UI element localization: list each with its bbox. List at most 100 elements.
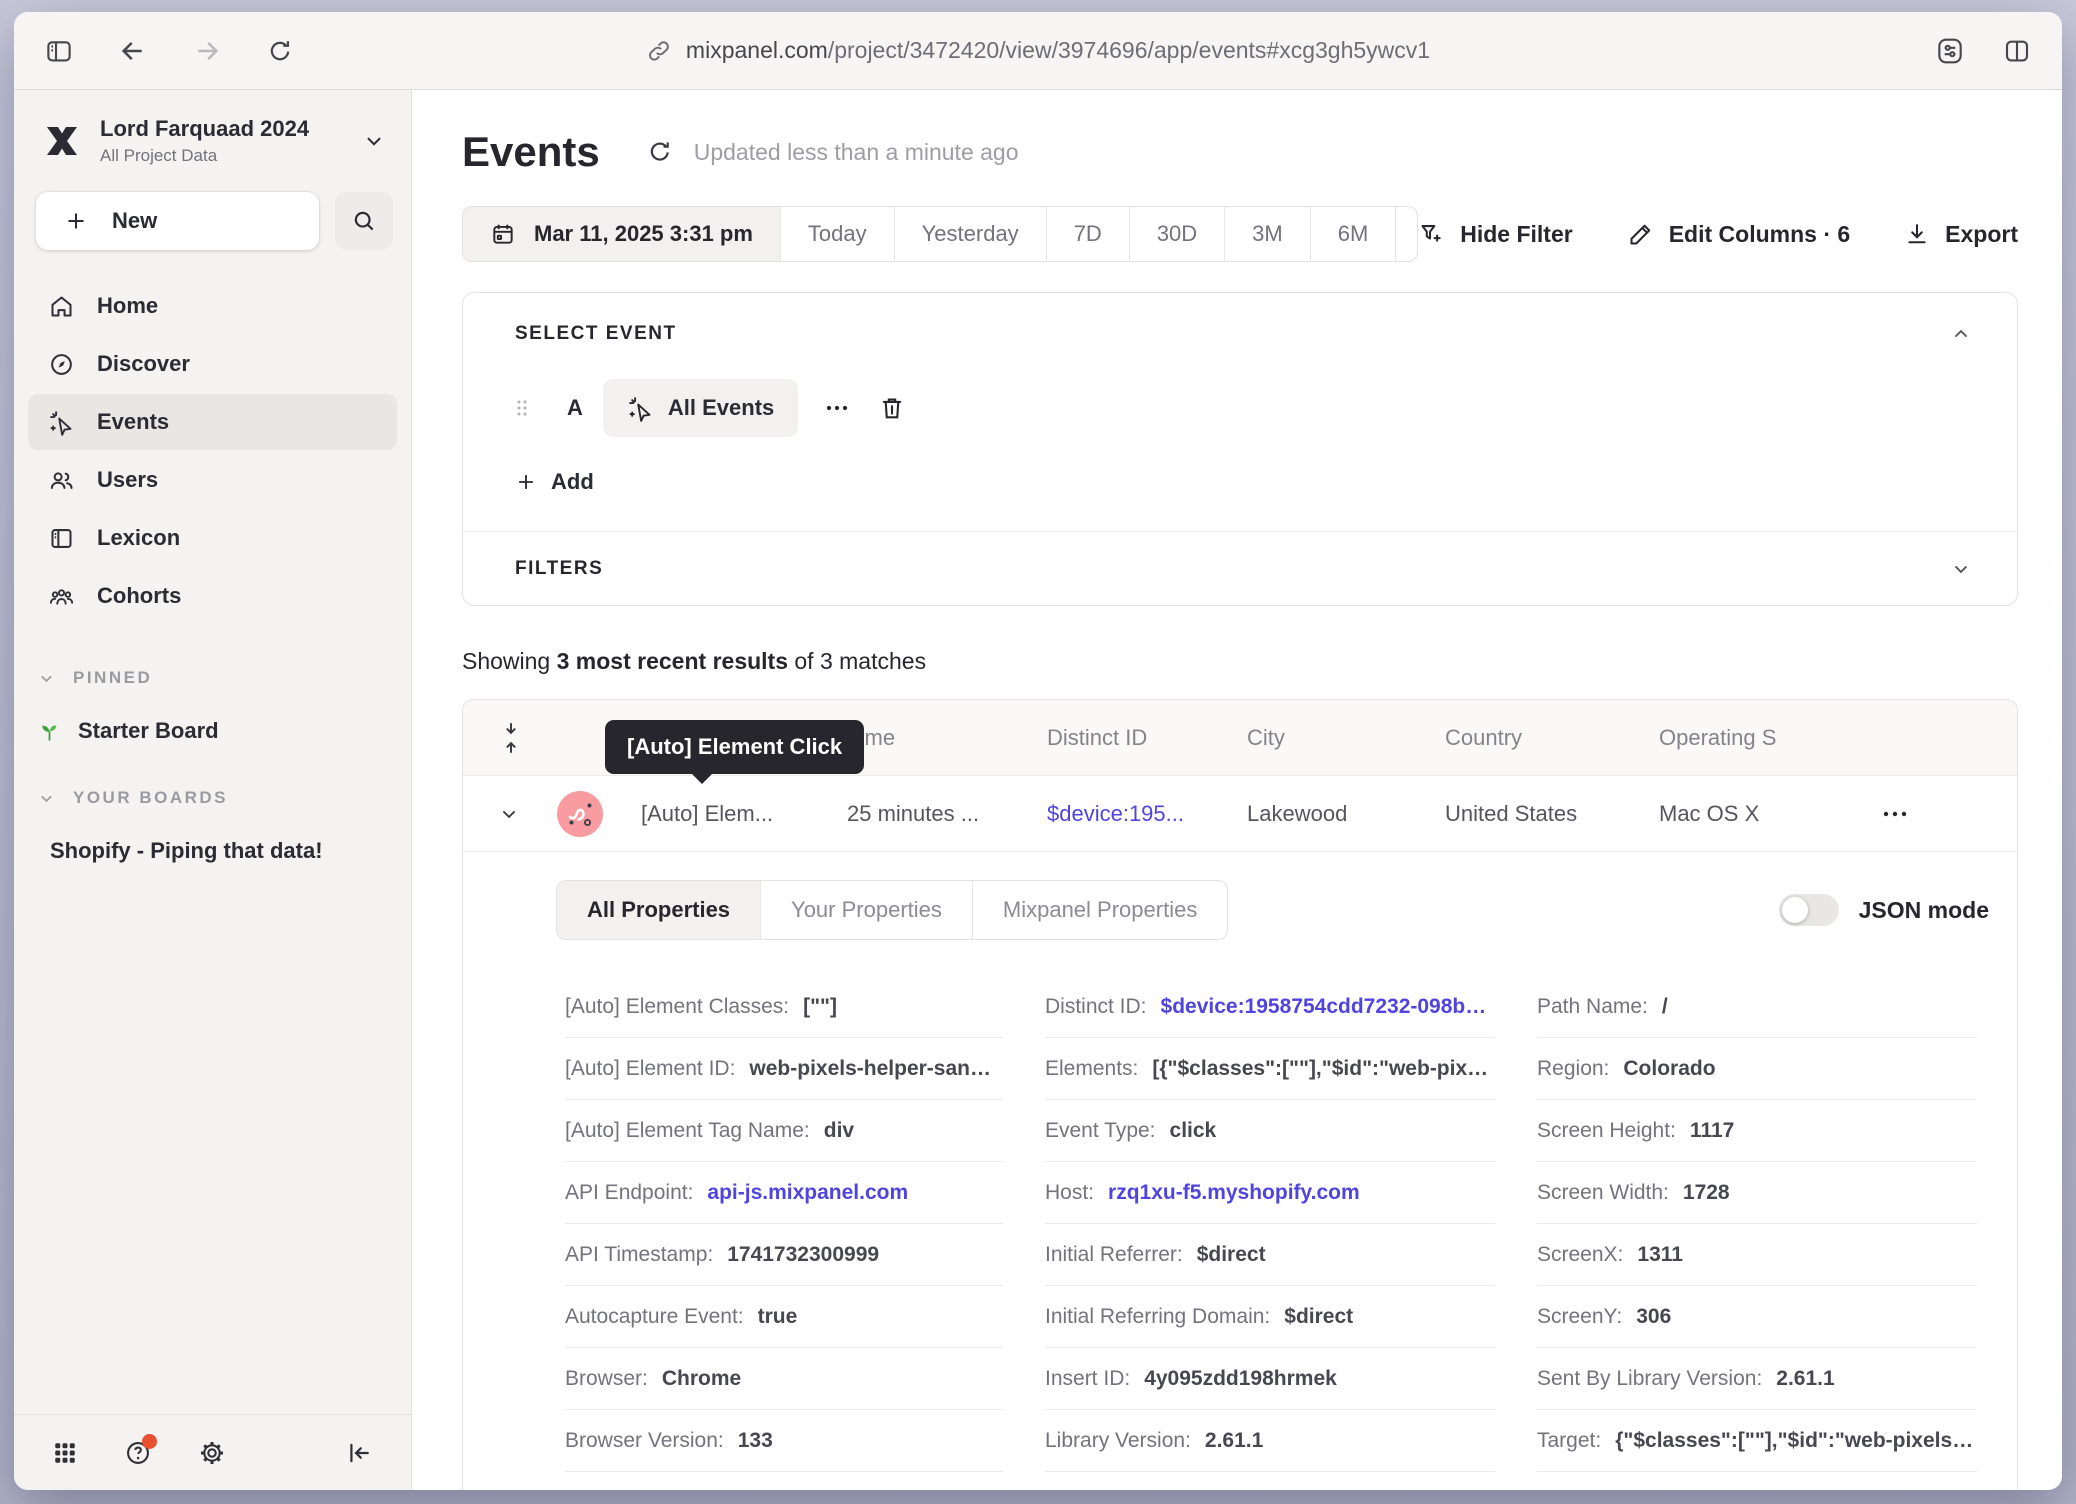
tab-mixpanel-properties[interactable]: Mixpanel Properties [972,881,1227,939]
range-3m[interactable]: 3M [1224,207,1310,261]
range-6m[interactable]: 6M [1310,207,1396,261]
sidebar-item-home[interactable]: Home [28,278,397,334]
collapse-sidebar-icon[interactable] [345,1439,373,1467]
property-label: ScreenX: [1537,1243,1623,1267]
range-yesterday[interactable]: Yesterday [894,207,1046,261]
property-value: web-pixels-helper-sandb... [749,1057,1003,1081]
address-bar[interactable]: mixpanel.com/project/3472420/view/397469… [646,37,1430,64]
chevron-down-icon [1951,559,1971,579]
sidebar-item-cohorts[interactable]: Cohorts [28,568,397,624]
help-button[interactable] [124,1439,152,1467]
column-header-time[interactable]: Time [847,725,1047,751]
sidebar-item-users[interactable]: Users [28,452,397,508]
chevron-down-icon [363,130,385,152]
property-label: Distinct ID: [1045,995,1147,1019]
collapse-rows-icon[interactable] [499,721,557,755]
row-overflow-icon[interactable] [1881,809,2017,819]
sidebar-item-label: Users [97,467,158,493]
property-row: Time:3:31:38.761 pm, Tue, Mar 11, 2025 [1537,1472,1977,1490]
properties-grid: [Auto] Element Classes:[""] [Auto] Eleme… [565,976,2017,1490]
mixpanel-logo-icon [40,119,84,163]
sidebar-item-lexicon[interactable]: Lexicon [28,510,397,566]
property-row: Autocapture Event:true [565,1286,1003,1348]
drag-handle-icon[interactable] [515,396,529,420]
property-value: 1728 [1683,1181,1730,1205]
filters-section[interactable]: FILTERS [463,531,2017,605]
refresh-icon[interactable] [646,138,674,166]
property-value: 4y095zdd198hrmek [1144,1367,1337,1391]
hide-filter-label: Hide Filter [1460,221,1572,248]
your-boards-section-header[interactable]: YOUR BOARDS [38,788,397,808]
apps-grid-icon[interactable] [52,1440,78,1466]
range-today[interactable]: Today [780,207,894,261]
property-row: Distinct ID: $device:1958754cdd7232-098b8… [1045,976,1495,1038]
property-label: Elements: [1045,1057,1138,1081]
plus-icon [64,209,88,233]
sidebar-item-events[interactable]: Events [28,394,397,450]
home-icon [48,293,75,320]
table-row[interactable]: [Auto] Elem... 25 minutes ... $device:19… [463,776,2017,852]
column-header-country[interactable]: Country [1445,725,1659,751]
sidebar-item-label: Discover [97,351,190,377]
split-view-icon[interactable] [2002,36,2032,66]
property-row: Initial Referrer: $direct [1045,1224,1495,1286]
property-label: Initial Referrer: [1045,1243,1183,1267]
all-events-chip[interactable]: All Events [603,379,798,437]
chevron-up-icon[interactable] [1951,324,1971,344]
sidebar-item-discover[interactable]: Discover [28,336,397,392]
range-12m[interactable]: 12M [1395,207,1418,261]
property-value-link[interactable]: $device:1958754cdd7232-098b89... [1161,995,1495,1019]
reader-settings-icon[interactable] [1934,35,1966,67]
range-30d[interactable]: 30D [1129,207,1224,261]
export-button[interactable]: Export [1904,221,2018,248]
trash-icon[interactable] [878,394,906,422]
json-mode-toggle[interactable] [1779,894,1839,926]
sidebar-item-starter-board[interactable]: Starter Board [38,718,397,744]
row-city: Lakewood [1247,801,1445,827]
property-row: ScreenX:1311 [1537,1224,1977,1286]
project-switcher[interactable]: Lord Farquaad 2024 All Project Data [14,90,411,166]
sidebar-item-shopify-board[interactable]: Shopify - Piping that data! [50,838,397,864]
chevron-down-icon [38,790,55,807]
property-tabs: All Properties Your Properties Mixpanel … [556,880,1228,940]
reload-icon[interactable] [266,37,294,65]
property-value: / [1662,995,1668,1019]
chevron-down-icon [38,670,55,687]
summary-bold: 3 most recent results [557,648,788,674]
sidebar-item-label: Events [97,409,169,435]
column-header-city[interactable]: City [1247,725,1445,751]
edit-columns-button[interactable]: Edit Columns · 6 [1627,221,1850,248]
url-domain: mixpanel.com [686,37,828,63]
property-value: $direct [1197,1243,1266,1267]
date-picker-button[interactable]: Mar 11, 2025 3:31 pm [463,207,780,261]
property-row: ScreenY:306 [1537,1286,1977,1348]
search-button[interactable] [335,192,393,250]
add-label: Add [551,469,594,495]
property-label: API Endpoint: [565,1181,693,1205]
event-avatar [557,791,641,837]
property-value: click [1170,1119,1217,1143]
more-options-icon[interactable] [824,403,850,413]
range-7d[interactable]: 7D [1046,207,1129,261]
browser-sidebar-toggle-icon[interactable] [44,36,74,66]
property-row: Host:rzq1xu-f5.myshopify.com [1045,1162,1495,1224]
pinned-header-label: PINNED [73,668,152,688]
back-icon[interactable] [118,36,148,66]
add-event-button[interactable]: Add [515,469,594,495]
property-label: Screen Width: [1537,1181,1669,1205]
gear-icon[interactable] [198,1439,226,1467]
browser-toolbar: mixpanel.com/project/3472420/view/397469… [14,12,2062,90]
property-value-link[interactable]: rzq1xu-f5.myshopify.com [1108,1181,1360,1205]
tab-your-properties[interactable]: Your Properties [760,881,972,939]
column-header-os[interactable]: Operating S [1659,725,1881,751]
property-row: Screen Width: 1728 [1537,1162,1977,1224]
property-value-link[interactable]: api-js.mixpanel.com [707,1181,908,1205]
property-label: Autocapture Event: [565,1305,744,1329]
new-button[interactable]: New [36,192,319,250]
expand-row-icon[interactable] [499,804,557,824]
tab-all-properties[interactable]: All Properties [557,881,760,939]
hide-filter-button[interactable]: Hide Filter [1418,221,1572,248]
column-header-distinct-id[interactable]: Distinct ID [1047,725,1247,751]
pinned-section-header[interactable]: PINNED [38,668,397,688]
row-distinct-id[interactable]: $device:195... [1047,801,1247,827]
